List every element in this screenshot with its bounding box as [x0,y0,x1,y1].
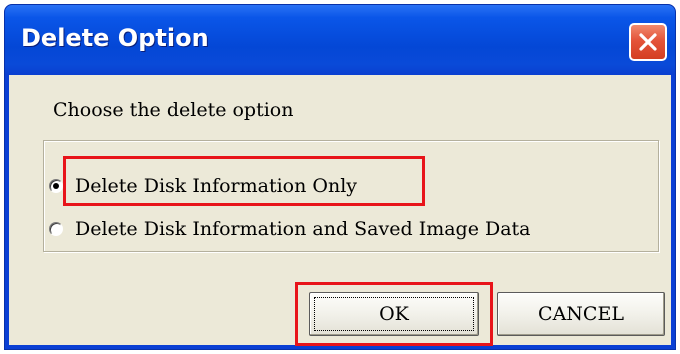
ok-button-label: OK [379,303,409,325]
option-delete-disk-info-only[interactable]: Delete Disk Information Only [49,175,357,197]
dialog-prompt: Choose the delete option [53,99,294,121]
title-bar[interactable]: Delete Option [5,5,675,75]
radio-dot [53,183,59,189]
window-title: Delete Option [21,24,209,52]
delete-option-window: Delete Option Choose the delete option D… [4,4,676,350]
dialog-body: Choose the delete option Delete Disk Inf… [9,75,671,346]
close-icon [639,33,657,51]
option-label: Delete Disk Information Only [75,175,358,197]
cancel-button-label: CANCEL [538,303,624,325]
option-delete-disk-info-and-image-data[interactable]: Delete Disk Information and Saved Image … [49,218,531,240]
close-button[interactable] [629,23,667,61]
cancel-button[interactable]: CANCEL [497,292,665,336]
radio-button-selected[interactable] [49,179,63,193]
ok-button[interactable]: OK [309,292,479,336]
option-label: Delete Disk Information and Saved Image … [75,218,531,240]
radio-button-unselected[interactable] [49,222,63,236]
